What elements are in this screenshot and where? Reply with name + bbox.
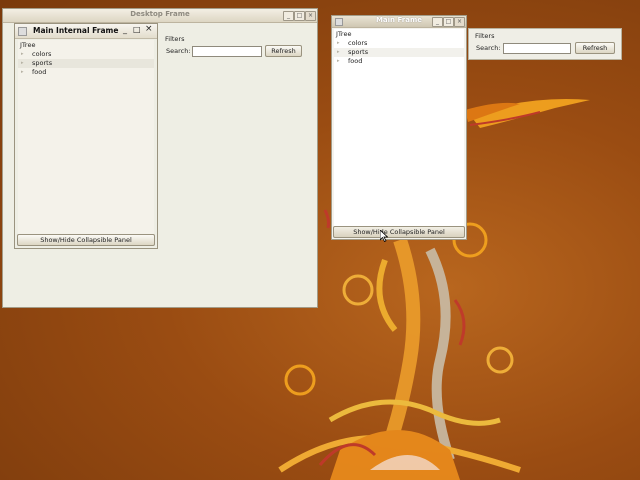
minimize-icon[interactable]: _ [123, 25, 127, 34]
tree-view: JTree ▸ colors ▸ sports ▸ food [334, 29, 464, 226]
expand-icon[interactable]: ▸ [21, 68, 24, 77]
tree-item-label: colors [348, 39, 368, 47]
minimize-button[interactable]: _ [283, 11, 294, 21]
search-input[interactable] [503, 43, 571, 54]
tree-view: JTree ▸ colors ▸ sports ▸ food [18, 40, 154, 234]
refresh-button[interactable]: Refresh [265, 45, 302, 57]
tree-item-colors[interactable]: ▸ colors [334, 39, 464, 48]
tree-item-label: food [348, 57, 363, 65]
main-internal-frame: Main Internal Frame _ □ × JTree ▸ colors… [14, 23, 158, 249]
close-button[interactable]: × [454, 17, 465, 27]
minimize-button[interactable]: _ [432, 17, 443, 27]
search-label: Search: [166, 47, 191, 55]
internal-frame-title: Main Internal Frame [33, 26, 119, 35]
desktop-frame-titlebar[interactable]: Desktop Frame _ □ × [3, 9, 317, 23]
tree-item-label: sports [348, 48, 369, 56]
main-frame-window: Main Frame _ □ × JTree ▸ colors ▸ sports… [331, 15, 467, 240]
main-frame-titlebar[interactable]: Main Frame _ □ × [332, 16, 466, 28]
tree-item-sports[interactable]: ▸ sports [334, 48, 464, 57]
desktop-frame-title: Desktop Frame [130, 10, 190, 18]
search-input[interactable] [192, 46, 262, 57]
tree-item-label: colors [32, 50, 52, 58]
tree-item-food[interactable]: ▸ food [334, 57, 464, 66]
close-icon[interactable]: × [145, 24, 153, 34]
tree-root[interactable]: JTree [20, 41, 35, 49]
tree-item-label: sports [32, 59, 53, 67]
tree-item-colors[interactable]: ▸ colors [18, 50, 154, 59]
filters-heading: Filters [475, 32, 495, 40]
maximize-icon[interactable]: □ [133, 25, 141, 34]
expand-icon[interactable]: ▸ [337, 57, 340, 66]
refresh-button[interactable]: Refresh [575, 42, 615, 54]
expand-icon[interactable]: ▸ [21, 59, 24, 68]
show-hide-panel-button[interactable]: Show/Hide Collapsible Panel [333, 226, 465, 238]
close-button[interactable]: × [305, 11, 316, 21]
tree-item-label: food [32, 68, 47, 76]
expand-icon[interactable]: ▸ [21, 50, 24, 59]
maximize-button[interactable]: □ [443, 17, 454, 27]
tree-item-food[interactable]: ▸ food [18, 68, 154, 77]
expand-icon[interactable]: ▸ [337, 48, 340, 57]
show-hide-panel-button[interactable]: Show/Hide Collapsible Panel [17, 234, 155, 246]
tree-root[interactable]: JTree [336, 30, 351, 38]
internal-frame-titlebar[interactable]: Main Internal Frame _ □ × [15, 24, 157, 39]
filters-heading: Filters [165, 35, 185, 43]
mouse-cursor-icon [380, 230, 388, 242]
maximize-button[interactable]: □ [294, 11, 305, 21]
expand-icon[interactable]: ▸ [337, 39, 340, 48]
filters-panel: Filters Search: Refresh [468, 28, 622, 60]
search-label: Search: [476, 44, 501, 52]
app-icon [18, 27, 27, 36]
tree-item-sports[interactable]: ▸ sports [18, 59, 154, 68]
